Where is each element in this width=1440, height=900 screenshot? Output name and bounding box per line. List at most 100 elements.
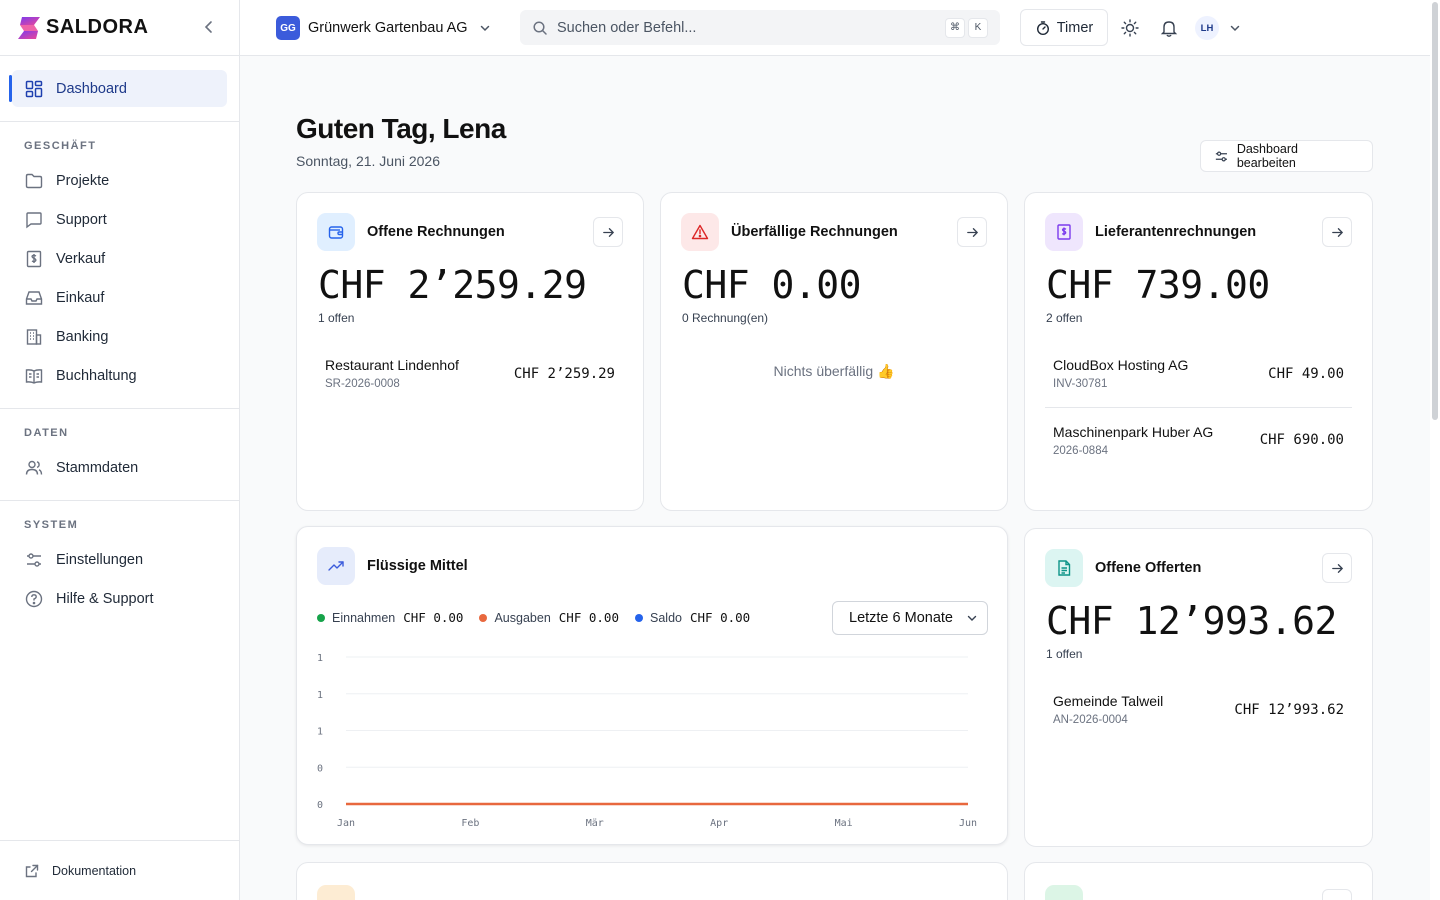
sidebar-item-label: Dashboard [56, 80, 127, 97]
arrow-right-icon [966, 227, 978, 237]
sidebar-item-projekte[interactable]: Projekte [12, 162, 227, 199]
legend-label: Saldo [650, 610, 682, 625]
sidebar-item-banking[interactable]: Banking [12, 318, 227, 355]
card-subtitle: 1 offen [1046, 647, 1083, 661]
empty-state-text: Nichts überfällig 👍 [773, 363, 895, 379]
folder-icon [25, 173, 43, 188]
collapse-sidebar-icon[interactable] [199, 17, 219, 37]
chat-bubble-icon [26, 211, 42, 228]
sliders-icon [27, 552, 41, 567]
sidebar-item-hilfe-support[interactable]: Hilfe & Support [12, 580, 227, 617]
list-item[interactable]: Maschinenpark Huber AG 2026-0884 CHF 690… [1045, 407, 1352, 472]
x-tick-label: Jan [337, 818, 355, 829]
sidebar-item-einkauf[interactable]: Einkauf [12, 279, 227, 316]
edit-dashboard-button[interactable]: Dashboard bearbeiten [1200, 140, 1373, 172]
sidebar-item-buchhaltung[interactable]: Buchhaltung [12, 357, 227, 394]
row-ref: 2026-0884 [1053, 444, 1108, 457]
open-invoices-arrow-button[interactable] [593, 217, 623, 247]
brand-name: SALDORA [46, 16, 149, 38]
sliders-icon [1215, 151, 1227, 161]
sidebar-item-label: Verkauf [56, 250, 106, 267]
kbd-cmd: ⌘ [945, 17, 965, 38]
page-scrollbar[interactable] [1430, 0, 1440, 900]
sidebar-item-label: Stammdaten [56, 459, 139, 476]
nav-heading: DATEN [24, 427, 69, 439]
sidebar-item-label: Projekte [56, 172, 110, 189]
sidebar-item-label: Banking [56, 328, 109, 345]
document-icon [1045, 549, 1083, 587]
card-partial-left [296, 862, 1008, 900]
card-overdue-invoices: Überfällige Rechnungen CHF 0.00 0 Rechnu… [660, 192, 1008, 511]
search-icon [533, 20, 547, 35]
user-avatar[interactable]: LH [1195, 16, 1219, 40]
list-item[interactable]: Gemeinde Talweil AN-2026-0004 CHF 12’993… [1045, 677, 1352, 742]
legend-value: CHF 0.00 [558, 610, 619, 625]
dollar-document-icon [1045, 213, 1083, 251]
external-link-icon [25, 864, 39, 877]
open-book-icon [25, 368, 43, 384]
arrow-right-icon [1331, 227, 1343, 237]
trend-up-icon [317, 547, 355, 585]
kbd-k: K [968, 17, 988, 38]
row-name: Gemeinde Talweil [1053, 693, 1164, 709]
users-icon [25, 460, 43, 475]
saldora-logo [18, 16, 40, 39]
open-offers-arrow-button[interactable] [1322, 553, 1352, 583]
company-badge: GG [276, 16, 300, 40]
documentation-link[interactable]: Dokumentation [0, 840, 239, 900]
nav-section-daten: DATEN Stammdaten [0, 409, 239, 501]
search-input[interactable] [557, 19, 942, 36]
nav-main: Dashboard [0, 56, 239, 122]
scrollbar-thumb[interactable] [1432, 2, 1438, 420]
liquidity-chart: 1 1 1 0 0 Jan Feb Mär Apr Mai Jun [317, 653, 977, 829]
card-subtitle: 1 offen [318, 311, 355, 325]
card-subtitle: 2 offen [1046, 311, 1083, 325]
wallet-icon [317, 213, 355, 251]
supplier-invoices-arrow-button[interactable] [1322, 217, 1352, 247]
documentation-label: Dokumentation [52, 863, 137, 878]
company-switcher[interactable]: GG Grünwerk Gartenbau AG [276, 16, 492, 40]
card-amount: CHF 0.00 [682, 263, 862, 307]
sidebar-item-support[interactable]: Support [12, 201, 227, 238]
brand: SALDORA [0, 0, 239, 56]
inbox-icon [25, 290, 43, 305]
sidebar-item-verkauf[interactable]: Verkauf [12, 240, 227, 277]
bank-building-icon [26, 328, 42, 345]
y-tick-label: 1 [317, 653, 323, 664]
nav-section-geschaeft: GESCHÄFT Projekte Support Verkauf Einkau… [0, 122, 239, 409]
overdue-invoices-arrow-button[interactable] [957, 217, 987, 247]
card-subtitle: 0 Rechnung(en) [682, 311, 769, 325]
row-name: Restaurant Lindenhof [325, 357, 459, 373]
timer-button[interactable]: Timer [1020, 9, 1108, 46]
period-select[interactable]: Letzte 6 Monate [832, 601, 988, 635]
sidebar-item-label: Hilfe & Support [56, 590, 154, 607]
repeat-icon [1045, 885, 1083, 900]
sun-icon[interactable] [1120, 18, 1140, 38]
card-title: Offene Rechnungen [367, 224, 505, 240]
partial-card-arrow-button[interactable] [1322, 889, 1352, 900]
bell-icon[interactable] [1159, 18, 1179, 38]
y-tick-label: 0 [317, 763, 323, 774]
row-ref: INV-30781 [1053, 378, 1108, 390]
search-bar[interactable]: ⌘ K [520, 10, 1000, 45]
sidebar-item-stammdaten[interactable]: Stammdaten [12, 449, 227, 486]
sidebar-item-einstellungen[interactable]: Einstellungen [12, 541, 227, 578]
arrow-right-icon [602, 227, 614, 237]
sidebar: SALDORA Dashboard GESCHÄFT Projekte Supp… [0, 0, 240, 900]
chevron-down-icon[interactable] [1228, 21, 1242, 35]
sidebar-item-label: Buchhaltung [56, 367, 137, 384]
row-ref: SR-2026-0008 [325, 378, 400, 390]
sidebar-item-dashboard[interactable]: Dashboard [9, 70, 227, 107]
legend-dot-saldo [635, 613, 643, 622]
list-item[interactable]: Restaurant Lindenhof SR-2026-0008 CHF 2’… [317, 341, 623, 406]
card-supplier-invoices: Lieferantenrechnungen CHF 739.00 2 offen… [1024, 192, 1373, 511]
x-tick-label: Mär [586, 818, 604, 829]
row-amount: CHF 49.00 [1268, 365, 1344, 382]
list-item[interactable]: CloudBox Hosting AG INV-30781 CHF 49.00 [1045, 341, 1352, 406]
y-tick-label: 0 [317, 800, 323, 811]
card-title: Lieferantenrechnungen [1095, 224, 1257, 240]
legend-dot-ausgaben [479, 613, 488, 622]
nav-heading: GESCHÄFT [24, 140, 97, 152]
nav-heading: SYSTEM [24, 519, 79, 531]
top-header: GG Grünwerk Gartenbau AG ⌘ K Timer LH [240, 0, 1430, 56]
